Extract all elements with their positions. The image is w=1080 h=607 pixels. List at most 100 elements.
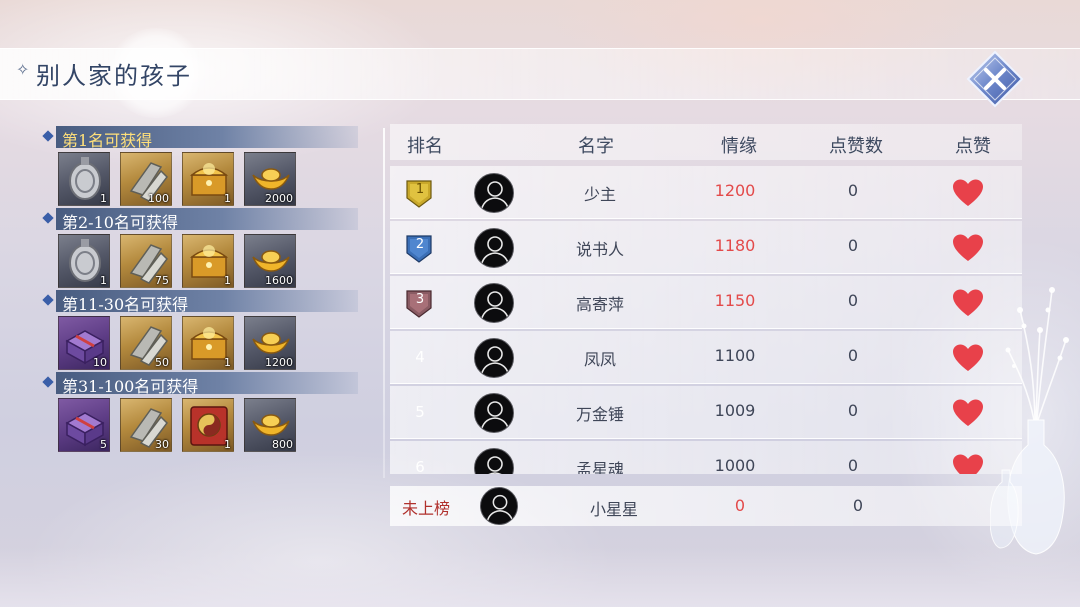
rank-number: 4 (415, 348, 425, 366)
item-quantity: 1 (100, 274, 107, 287)
player-name: 少主 (583, 185, 616, 204)
item-quantity: 2000 (265, 192, 293, 205)
background-floor (0, 547, 1080, 607)
diamond-bullet-icon (42, 376, 54, 388)
panel-divider (383, 128, 385, 478)
like-button[interactable] (952, 233, 984, 263)
like-button[interactable] (952, 453, 984, 474)
table-row: 6 孟星魂 1000 0 (390, 441, 1022, 474)
silhouette-icon (480, 181, 510, 212)
column-header-love: 情缘 (721, 136, 757, 157)
reward-item[interactable]: 1600 (244, 234, 296, 288)
silhouette-icon (480, 401, 510, 432)
reward-item[interactable]: 1 (182, 234, 234, 288)
reward-group-rank-1: 第1名可获得 1 100 1 2000 (42, 126, 364, 206)
reward-header-label: 第31-100名可获得 (62, 377, 199, 396)
avatar (474, 448, 514, 474)
item-quantity: 30 (155, 438, 169, 451)
item-quantity: 50 (155, 356, 169, 369)
rank-number: 5 (415, 403, 425, 421)
reward-header: 第2-10名可获得 (42, 208, 364, 232)
item-quantity: 1 (224, 356, 231, 369)
player-name: 孟星魂 (575, 460, 624, 474)
reward-header: 第11-30名可获得 (42, 290, 364, 314)
heart-icon (953, 399, 983, 426)
player-name: 说书人 (575, 240, 624, 259)
close-button[interactable] (966, 50, 1024, 108)
diamond-bullet-icon (42, 294, 54, 306)
item-quantity: 10 (93, 356, 107, 369)
likes-count: 0 (847, 456, 859, 474)
reward-item[interactable]: 1 (182, 316, 234, 370)
self-rank-row: 未上榜 小星星 0 0 (390, 486, 1022, 526)
sparkle-icon: ✧ (16, 60, 30, 79)
player-name: 高寄萍 (575, 295, 624, 314)
column-header-rank: 排名 (407, 136, 443, 157)
reward-group-rank-2-10: 第2-10名可获得 1 75 1 1600 (42, 208, 364, 288)
reward-item[interactable]: 1 (58, 234, 110, 288)
likes-count: 0 (847, 236, 859, 255)
reward-item[interactable]: 75 (120, 234, 172, 288)
love-value: 1009 (714, 401, 756, 420)
column-header-like: 点赞 (955, 136, 991, 157)
column-header-name: 名字 (578, 136, 614, 157)
likes-count: 0 (847, 291, 859, 310)
reward-item[interactable]: 1200 (244, 316, 296, 370)
heart-icon (953, 454, 983, 474)
heart-icon (953, 344, 983, 371)
avatar (474, 283, 514, 323)
silhouette-icon (480, 291, 510, 322)
reward-item[interactable]: 1 (182, 398, 234, 452)
rank-number: 6 (415, 458, 425, 474)
item-quantity: 1600 (265, 274, 293, 287)
love-value: 1000 (714, 456, 756, 474)
item-quantity: 800 (272, 438, 293, 451)
reward-item[interactable]: 30 (120, 398, 172, 452)
reward-header-label: 第2-10名可获得 (62, 213, 178, 232)
table-row: 4 凤凤 1100 0 (390, 331, 1022, 384)
item-quantity: 1 (100, 192, 107, 205)
item-quantity: 100 (148, 192, 169, 205)
rank-number: 2 (415, 237, 425, 252)
item-quantity: 1200 (265, 356, 293, 369)
like-button[interactable] (952, 398, 984, 428)
reward-item[interactable]: 1 (182, 152, 234, 206)
like-button[interactable] (952, 288, 984, 318)
reward-group-rank-31-100: 第31-100名可获得 5 30 1 800 (42, 372, 364, 452)
likes-count: 0 (847, 401, 859, 420)
reward-item[interactable]: 50 (120, 316, 172, 370)
reward-item[interactable]: 100 (120, 152, 172, 206)
leaderboard-list[interactable]: 1 少主 1200 0 2 说书人 1180 0 3 高寄萍 1150 0 4 (390, 166, 1022, 474)
self-rank-status: 未上榜 (401, 499, 450, 518)
likes-count: 0 (847, 181, 859, 200)
item-quantity: 5 (100, 438, 107, 451)
self-likes-count: 0 (852, 496, 864, 515)
silhouette-icon (480, 346, 510, 377)
self-player-name: 小星星 (589, 500, 638, 519)
reward-item[interactable]: 10 (58, 316, 110, 370)
love-value: 1200 (714, 181, 756, 200)
love-value: 1180 (714, 236, 756, 255)
item-quantity: 1 (224, 274, 231, 287)
like-button[interactable] (952, 343, 984, 373)
avatar (480, 487, 518, 525)
avatar (474, 393, 514, 433)
like-button[interactable] (952, 178, 984, 208)
reward-group-rank-11-30: 第11-30名可获得 10 50 1 1200 (42, 290, 364, 370)
reward-item[interactable]: 2000 (244, 152, 296, 206)
diamond-bullet-icon (42, 212, 54, 224)
reward-item[interactable]: 1 (58, 152, 110, 206)
page-title: 别人家的孩子 (36, 62, 192, 90)
silhouette-icon (485, 494, 515, 524)
silhouette-icon (487, 456, 503, 474)
heart-icon (953, 179, 983, 206)
reward-header: 第31-100名可获得 (42, 372, 364, 396)
column-header-likes: 点赞数 (829, 136, 883, 157)
reward-header-label: 第1名可获得 (62, 131, 153, 150)
table-header (390, 124, 1022, 160)
love-value: 1100 (714, 346, 756, 365)
rank-number: 1 (415, 182, 425, 197)
table-row: 5 万金锤 1009 0 (390, 386, 1022, 439)
reward-item[interactable]: 5 (58, 398, 110, 452)
reward-item[interactable]: 800 (244, 398, 296, 452)
